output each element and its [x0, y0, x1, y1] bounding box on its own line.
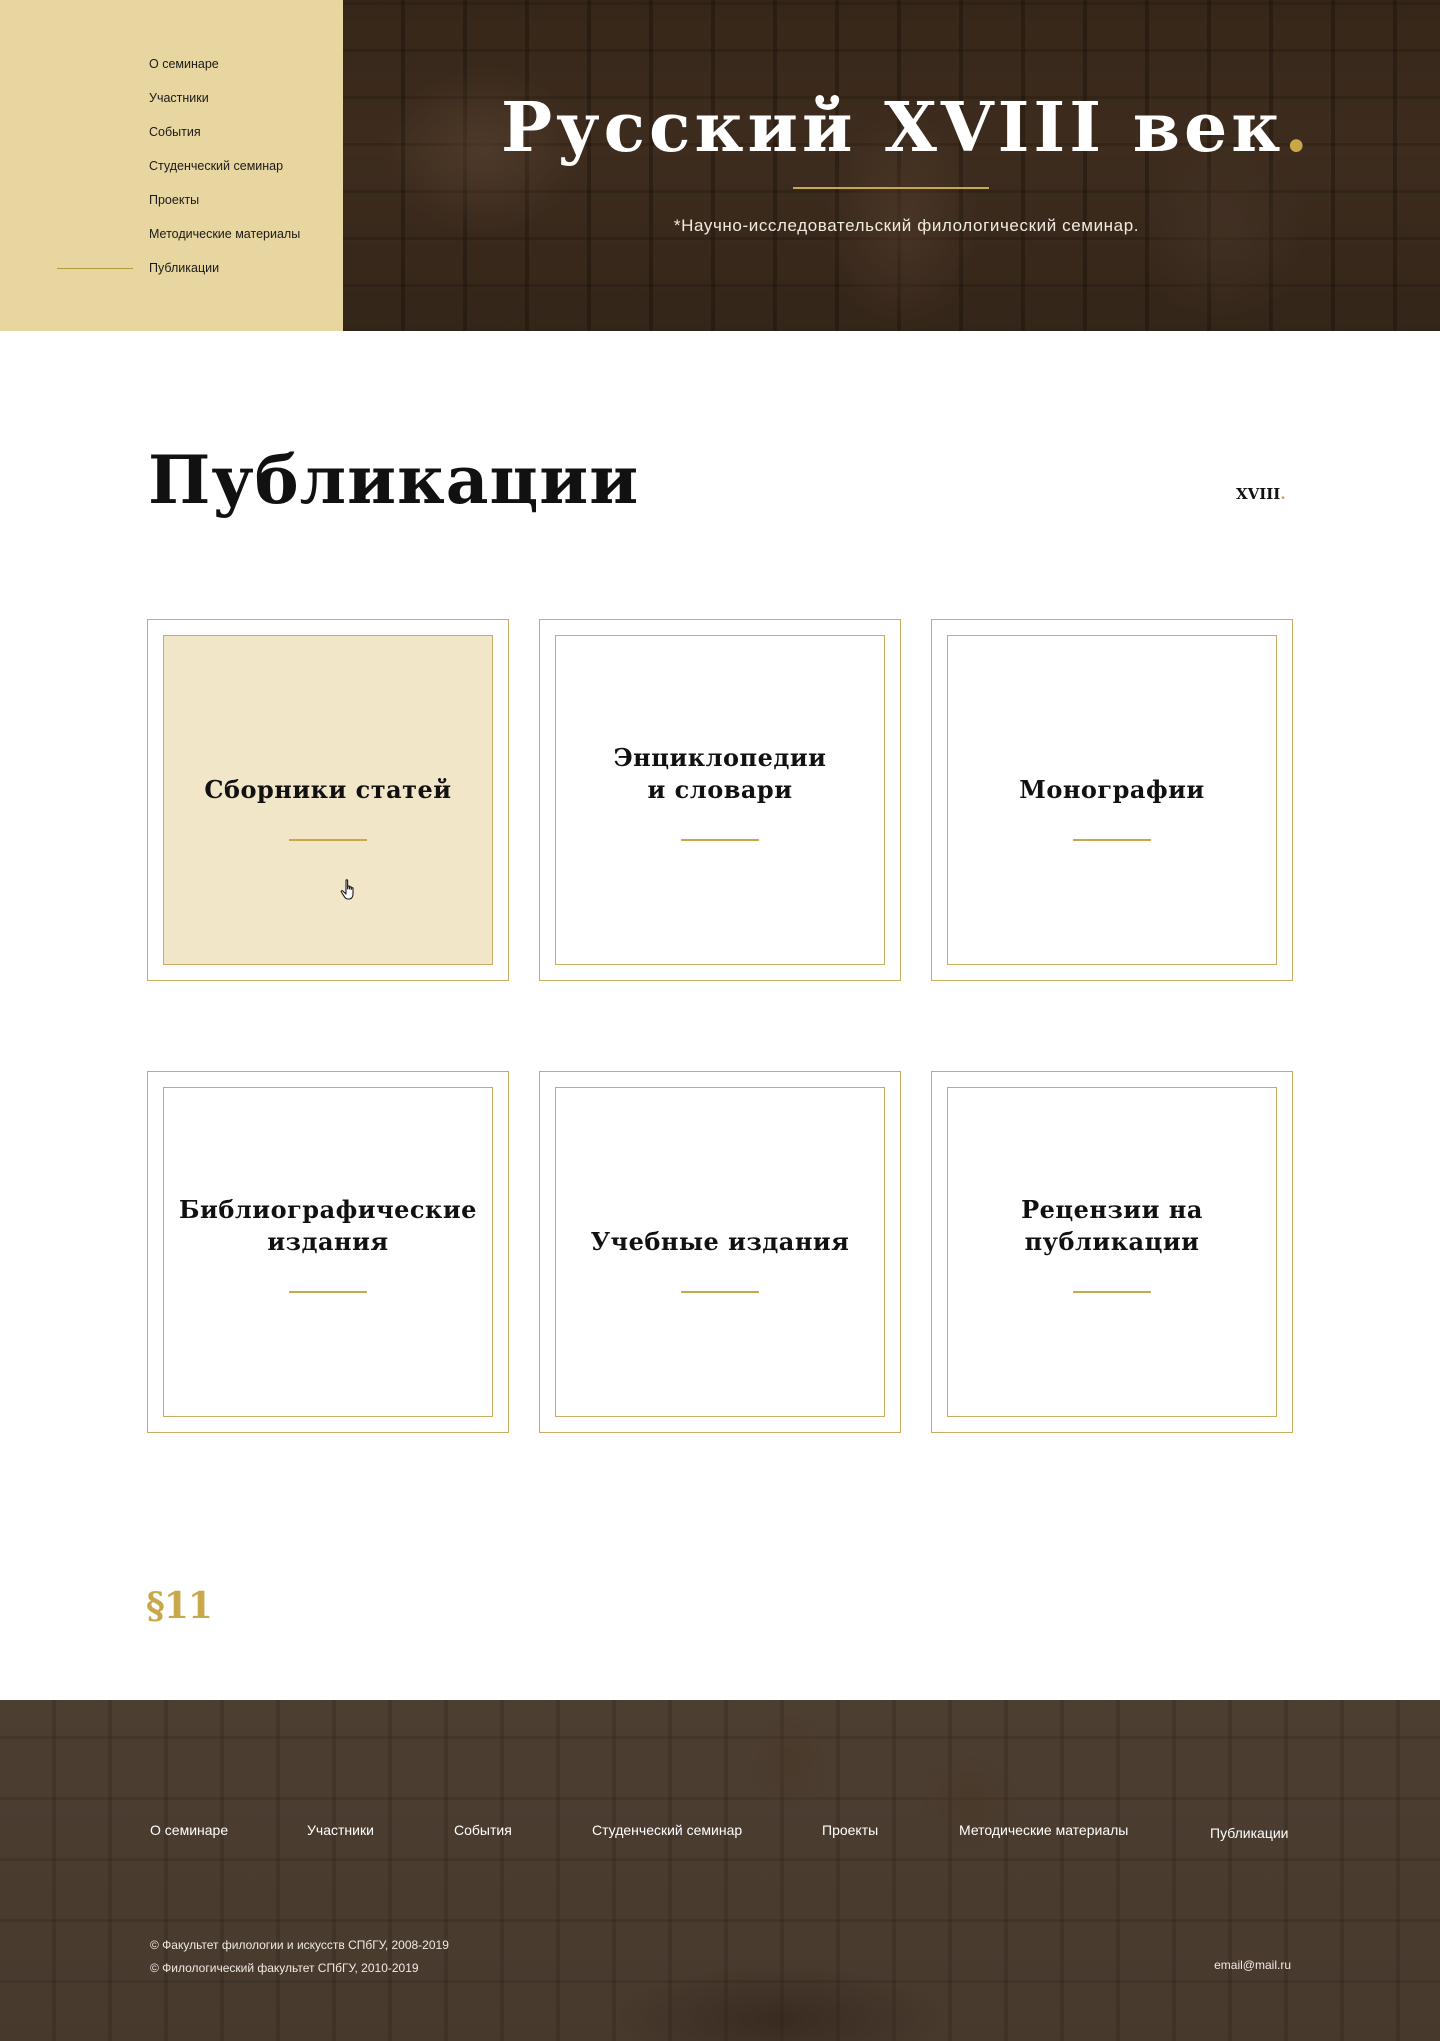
side-nav: О семинаре Участники События Студенчески…	[0, 0, 343, 331]
hero-title-text: Русский XVIII век	[500, 88, 1285, 168]
mini-logo: XVIII.	[1236, 485, 1286, 503]
footer-link-publications[interactable]: Публикации	[1210, 1825, 1288, 1841]
site-header: О семинаре Участники События Студенчески…	[0, 0, 1440, 331]
copyright-line-1: © Факультет филологии и искусств СПбГУ, …	[150, 1938, 449, 1952]
card-label: Сборники статей	[204, 775, 452, 804]
section-mark: §11	[146, 1585, 213, 1627]
card-reviews[interactable]: Рецензии на публикации	[931, 1071, 1293, 1433]
card-bibliographic-editions[interactable]: Библиографические издания	[147, 1071, 509, 1433]
hero-banner: Русский XVIII век. *Научно-исследователь…	[343, 0, 1440, 331]
nav-item-student-seminar[interactable]: Студенческий семинар	[149, 156, 300, 190]
footer-link-student-seminar[interactable]: Студенческий семинар	[592, 1822, 742, 1838]
nav-item-participants[interactable]: Участники	[149, 88, 300, 122]
nav-item-events[interactable]: События	[149, 122, 300, 156]
copyright-line-2: © Филологический факультет СПбГУ, 2010-2…	[150, 1961, 419, 1975]
card-label: Энциклопедии и словари	[613, 743, 827, 804]
hero-title: Русский XVIII век.	[343, 86, 1440, 170]
card-label: Учебные издания	[590, 1227, 850, 1256]
footer-link-methodical-materials[interactable]: Методические материалы	[959, 1822, 1128, 1838]
footer-link-participants[interactable]: Участники	[307, 1822, 374, 1838]
footer-photo-overlay	[0, 1700, 1440, 2041]
hero-title-dot: .	[1284, 88, 1313, 168]
hero-divider	[793, 187, 989, 189]
side-nav-list: О семинаре Участники События Студенчески…	[56, 54, 300, 292]
card-underline	[681, 839, 759, 841]
page-title: Публикации	[148, 441, 640, 519]
card-monographs[interactable]: Монографии	[931, 619, 1293, 981]
card-inner: Учебные издания	[555, 1087, 885, 1417]
footer-link-projects[interactable]: Проекты	[822, 1822, 878, 1838]
card-label: Рецензии на публикации	[1021, 1195, 1203, 1256]
card-inner: Энциклопедии и словари	[555, 635, 885, 965]
nav-item-methodical-materials[interactable]: Методические материалы	[149, 224, 300, 258]
card-underline	[289, 839, 367, 841]
card-underline	[681, 1291, 759, 1293]
nav-item-about[interactable]: О семинаре	[149, 54, 300, 88]
copyright-block: © Факультет филологии и искусств СПбГУ, …	[150, 1934, 449, 1980]
nav-item-projects[interactable]: Проекты	[149, 190, 300, 224]
card-encyclopedias-dictionaries[interactable]: Энциклопедии и словари	[539, 619, 901, 981]
card-inner: Библиографические издания	[163, 1087, 493, 1417]
footer-link-events[interactable]: События	[454, 1822, 512, 1838]
card-inner: Монографии	[947, 635, 1277, 965]
hand-pointer-icon	[340, 879, 354, 900]
card-label: Монографии	[1019, 775, 1205, 804]
card-underline	[1073, 1291, 1151, 1293]
card-inner: Сборники статей	[163, 635, 493, 965]
card-underline	[1073, 839, 1151, 841]
site-footer: О семинаре Участники События Студенчески…	[0, 1700, 1440, 2041]
card-underline	[289, 1291, 367, 1293]
footer-email-link[interactable]: email@mail.ru	[1214, 1958, 1291, 1972]
mini-logo-text: XVIII	[1236, 485, 1281, 503]
mini-logo-dot: .	[1280, 485, 1286, 503]
nav-item-publications[interactable]: Публикации	[56, 258, 300, 292]
card-inner: Рецензии на публикации	[947, 1087, 1277, 1417]
hero-subtitle: *Научно-исследовательский филологический…	[673, 216, 1140, 235]
card-educational-editions[interactable]: Учебные издания	[539, 1071, 901, 1433]
card-label: Библиографические издания	[179, 1195, 477, 1256]
footer-nav: О семинаре Участники События Студенчески…	[150, 1822, 1290, 1846]
footer-link-about[interactable]: О семинаре	[150, 1822, 228, 1838]
card-article-collections[interactable]: Сборники статей	[147, 619, 509, 981]
